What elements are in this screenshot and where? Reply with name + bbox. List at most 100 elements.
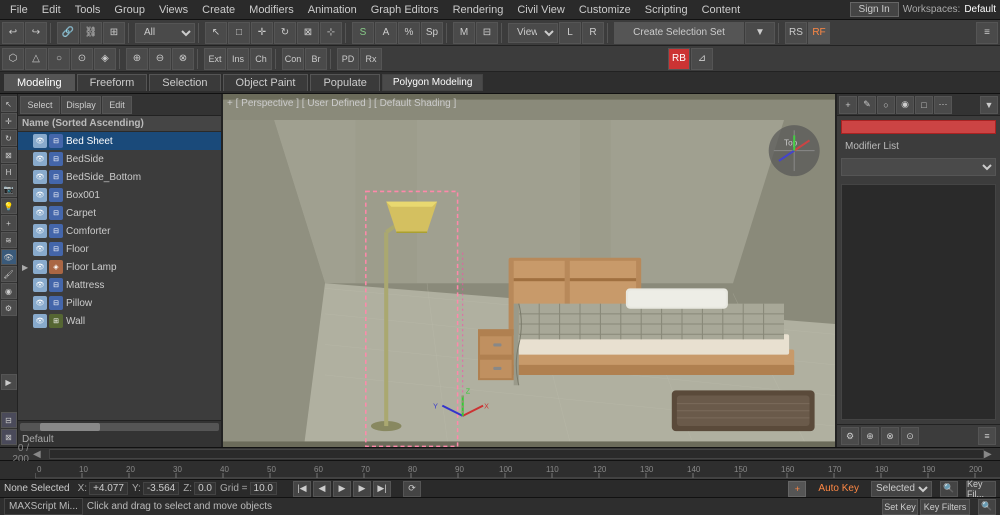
scroll-thumb[interactable]	[40, 423, 100, 431]
poly-mode-btn5[interactable]: ◈	[94, 48, 116, 70]
tab-freeform[interactable]: Freeform	[77, 74, 148, 91]
tool-paint[interactable]: 🖌	[1, 266, 17, 282]
scene-item-bedside-bottom[interactable]: 👁 ⊟ BedSide_Bottom	[18, 168, 221, 186]
rp-add-btn[interactable]: +	[839, 96, 857, 114]
align-button[interactable]: ⊟	[476, 22, 498, 44]
relax-btn[interactable]: Rx	[360, 48, 382, 70]
rp-bottom-btn3[interactable]: ⊗	[881, 427, 899, 445]
scale-button[interactable]: ⊠	[297, 22, 319, 44]
key-type-dropdown[interactable]: Selected	[871, 481, 932, 497]
angle-snap[interactable]: A	[375, 22, 397, 44]
extra-btn1[interactable]: ≡	[976, 22, 998, 44]
play-next-frame[interactable]: ▶	[353, 481, 371, 497]
tab-populate[interactable]: Populate	[310, 74, 379, 91]
menu-edit[interactable]: Edit	[36, 4, 67, 16]
tool-display[interactable]: ◉	[1, 283, 17, 299]
poly-mode-btn4[interactable]: ⊙	[71, 48, 93, 70]
scene-scrollbar-h[interactable]	[18, 420, 221, 432]
redo-button[interactable]: ↪	[25, 22, 47, 44]
percent-snap[interactable]: %	[398, 22, 420, 44]
reference-coord-button[interactable]: ⊹	[320, 22, 342, 44]
unlink-button[interactable]: ⛓	[80, 22, 102, 44]
sign-in-button[interactable]: Sign In	[850, 2, 899, 17]
tool-utility[interactable]: ⚙	[1, 300, 17, 316]
menu-civil-view[interactable]: Civil View	[511, 4, 570, 16]
menu-modifiers[interactable]: Modifiers	[243, 4, 300, 16]
modifier-dropdown[interactable]	[841, 158, 996, 176]
menu-animation[interactable]: Animation	[302, 4, 363, 16]
rp-sphere-btn[interactable]: ◉	[896, 96, 914, 114]
play-next-key[interactable]: ▶|	[373, 481, 391, 497]
scene-item-carpet[interactable]: 👁 ⊟ Carpet	[18, 204, 221, 222]
tool-time1[interactable]: ⊟	[1, 412, 17, 428]
tool-eye[interactable]: 👁	[1, 249, 17, 265]
tab-object-paint[interactable]: Object Paint	[223, 74, 309, 91]
transport-prev-btn[interactable]: ◀	[33, 449, 49, 460]
scroll-track[interactable]	[20, 423, 219, 431]
menu-views[interactable]: Views	[153, 4, 194, 16]
rp-more-btn[interactable]: ⋯	[934, 96, 952, 114]
poly-mode-btn2[interactable]: △	[25, 48, 47, 70]
menu-customize[interactable]: Customize	[573, 4, 637, 16]
scene-item-wall[interactable]: 👁 ⊞ Wall	[18, 312, 221, 330]
sub-tab-polygon-modeling[interactable]: Polygon Modeling	[382, 74, 484, 91]
render-setup[interactable]: RS	[785, 22, 807, 44]
layer-manager[interactable]: L	[559, 22, 581, 44]
tool-helper[interactable]: +	[1, 215, 17, 231]
explorer-btn-display[interactable]: Display	[61, 96, 101, 114]
render-frame[interactable]: RF	[808, 22, 830, 44]
eye-icon-floor-lamp[interactable]: 👁	[33, 260, 47, 274]
spinner-snap[interactable]: Sp	[421, 22, 443, 44]
select-region-button[interactable]: □	[228, 22, 250, 44]
scene-item-box001[interactable]: 👁 ⊟ Box001	[18, 186, 221, 204]
eye-icon-comforter[interactable]: 👁	[33, 224, 47, 238]
menu-create[interactable]: Create	[196, 4, 241, 16]
tool-light[interactable]: 💡	[1, 198, 17, 214]
rp-bottom-btn4[interactable]: ⊙	[901, 427, 919, 445]
eye-icon-pillow[interactable]: 👁	[33, 296, 47, 310]
undo-button[interactable]: ↩	[2, 22, 24, 44]
connect-btn[interactable]: Con	[282, 48, 304, 70]
menu-group[interactable]: Group	[108, 4, 151, 16]
rp-bottom-btn2[interactable]: ⊕	[861, 427, 879, 445]
key-filters-btn[interactable]: Key Fil...	[966, 481, 996, 497]
rp-bottom-btn5[interactable]: ≡	[978, 427, 996, 445]
poly-mode-btn3[interactable]: ○	[48, 48, 70, 70]
bridge-btn[interactable]: Br	[305, 48, 327, 70]
tool-select[interactable]: ↖	[1, 96, 17, 112]
tool-arrow-down[interactable]: ▶	[1, 374, 17, 390]
play-button[interactable]: ▶	[333, 481, 351, 497]
menu-tools[interactable]: Tools	[69, 4, 107, 16]
explorer-btn-select[interactable]: Select	[20, 96, 60, 114]
eye-icon-box001[interactable]: 👁	[33, 188, 47, 202]
tab-selection[interactable]: Selection	[149, 74, 220, 91]
rp-edit-btn[interactable]: ✎	[858, 96, 876, 114]
eye-icon-mattress[interactable]: 👁	[33, 278, 47, 292]
t2-rb1[interactable]: RB	[668, 48, 690, 70]
t2-rb2[interactable]: ⊿	[691, 48, 713, 70]
rp-bottom-btn1[interactable]: ⚙	[841, 427, 859, 445]
view-dropdown[interactable]: View	[508, 23, 558, 43]
scene-item-comforter[interactable]: 👁 ⊟ Comforter	[18, 222, 221, 240]
timeline-track[interactable]	[49, 449, 984, 459]
filter-dropdown[interactable]: All	[135, 23, 195, 43]
eye-icon-bedside-bottom[interactable]: 👁	[33, 170, 47, 184]
color-swatch[interactable]	[841, 120, 996, 134]
eye-icon-carpet[interactable]: 👁	[33, 206, 47, 220]
rp-circle-btn[interactable]: ○	[877, 96, 895, 114]
tool-move[interactable]: ✛	[1, 113, 17, 129]
t2-btn3[interactable]: ⊗	[172, 48, 194, 70]
rotate-button[interactable]: ↻	[274, 22, 296, 44]
bottom-search-btn[interactable]: 🔍	[978, 499, 996, 515]
scene-item-floor[interactable]: 👁 ⊟ Floor	[18, 240, 221, 258]
menu-rendering[interactable]: Rendering	[447, 4, 510, 16]
select-link-button[interactable]: 🔗	[57, 22, 79, 44]
paint-deform-btn[interactable]: PD	[337, 48, 359, 70]
poly-mode-btn1[interactable]: ⬡	[2, 48, 24, 70]
search-btn[interactable]: 🔍	[940, 481, 958, 497]
eye-icon-bedside[interactable]: 👁	[33, 152, 47, 166]
named-sel-btn[interactable]: ▼	[745, 22, 775, 44]
t2-btn2[interactable]: ⊖	[149, 48, 171, 70]
mirror-button[interactable]: M	[453, 22, 475, 44]
tool-scale[interactable]: ⊠	[1, 147, 17, 163]
